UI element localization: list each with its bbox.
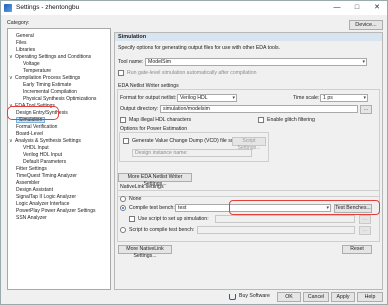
format-value: Verilog HDL [180,95,208,101]
maximize-button[interactable]: □ [347,1,367,15]
radio-script-compile-label: Script to compile test bench: [129,227,195,233]
use-script-input[interactable] [215,215,355,223]
output-dir-label: Output directory: [120,106,159,112]
cancel-button[interactable]: Cancel [303,292,329,302]
tool-name-value: ModelSim [148,59,172,65]
simulation-highlight-annotation [7,106,59,120]
tree-item-compilation-process-settings[interactable]: Compilation Process Settings [15,75,80,81]
cart-icon [229,294,236,300]
tree-item-board-level[interactable]: Board-Level [16,131,43,137]
tree-item-voltage[interactable]: Voltage [23,61,40,67]
test-bench-value: test [178,205,187,211]
tree-item-verilog-hdl-input[interactable]: Verilog HDL Input [23,152,62,158]
tree-item-early-timing-estimate[interactable]: Early Timing Estimate [23,82,71,88]
script-settings-button[interactable]: Script Settings... [232,137,266,151]
dialog-buttons: Buy Software OK Cancel Apply Help [1,290,387,305]
tree-item-libraries[interactable]: Libraries [16,47,35,53]
enable-glitch-label: Enable glitch filtering [267,117,315,123]
title-bar: Settings - zhentongbu — □ ✕ [1,1,387,15]
simulation-panel: Simulation Specify options for generatin… [114,32,383,290]
chevron-down-icon: ▾ [232,95,235,101]
close-button[interactable]: ✕ [367,1,387,15]
tree-item-logic-analyzer-interface[interactable]: Logic Analyzer Interface [16,201,69,207]
expand-chevron-icon[interactable]: ∨ [9,75,13,81]
help-button[interactable]: Help [357,292,383,302]
format-select[interactable]: Verilog HDL ▾ [177,94,237,102]
minimize-button[interactable]: — [327,1,347,15]
panel-description: Specify options for generating output fi… [118,45,281,51]
tree-item-operating-settings-and-conditions[interactable]: Operating Settings and Conditions [15,54,91,60]
design-instance-placeholder: Design instance name: [135,150,188,156]
reset-button[interactable]: Reset [342,245,372,254]
tree-item-vhdl-input[interactable]: VHDL Input [23,145,49,151]
apply-button[interactable]: Apply [331,292,355,302]
chevron-down-icon: ▾ [363,95,366,101]
panel-title: Simulation [115,33,382,41]
tree-item-analysis-synthesis-settings[interactable]: Analysis & Synthesis Settings [15,138,81,144]
generate-vcd-label: Generate Value Change Dump (VCD) file sc… [132,138,241,144]
buy-software-button[interactable]: Buy Software [239,292,275,302]
radio-none[interactable] [120,196,126,202]
run-gate-level-checkbox[interactable] [118,70,124,76]
chevron-down-icon: ▾ [362,59,365,65]
browse-use-script-button[interactable]: ... [359,215,371,224]
tool-name-label: Tool name: [118,59,144,65]
time-scale-select[interactable]: 1 ps ▾ [320,94,368,102]
more-nativelink-button[interactable]: More NativeLink Settings... [118,245,172,259]
device-button[interactable]: Device... [349,20,383,30]
time-scale-label: Time scale: [293,95,320,101]
browse-output-dir-button[interactable]: ... [360,105,372,114]
design-instance-input[interactable]: Design instance name: [132,149,252,157]
radio-compile-test-bench-label: Compile test bench: [129,205,175,211]
category-tree[interactable]: General Files Libraries ∨ Operating Settings… [7,28,111,290]
tree-item-incremental-compilation[interactable]: Incremental Compilation [23,89,77,95]
tree-item-ssn-analyzer[interactable]: SSN Analyzer [16,215,47,221]
tree-item-files[interactable]: Files [16,40,27,46]
settings-window: Settings - zhentongbu — □ ✕ Category: De… [0,0,388,305]
tool-name-select[interactable]: ModelSim ▾ [145,58,367,66]
radio-compile-test-bench[interactable] [120,205,126,211]
tree-item-default-parameters[interactable]: Default Parameters [23,159,66,165]
use-script-label: Use script to set up simulation: [138,216,209,222]
app-icon [4,4,12,12]
enable-glitch-checkbox[interactable] [258,117,264,123]
output-dir-input[interactable]: simulation/modelsim [160,105,358,113]
tree-item-general[interactable]: General [16,33,34,39]
tree-item-temperature[interactable]: Temperature [23,68,51,74]
tree-item-signaltap-ii-logic-analyzer[interactable]: SignalTap II Logic Analyzer [16,194,76,200]
expand-chevron-icon[interactable]: ∨ [9,138,13,144]
tree-item-powerplay-power-analyzer-settings[interactable]: PowerPlay Power Analyzer Settings [16,208,95,214]
tree-item-physical-synthesis-optimizations[interactable]: Physical Synthesis Optimizations [23,96,96,102]
radio-none-label: None [129,196,142,202]
tree-item-assembler[interactable]: Assembler [16,180,40,186]
map-illegal-label: Map illegal HDL characters [129,117,192,123]
ok-button[interactable]: OK [277,292,301,302]
expand-chevron-icon[interactable]: ∨ [9,54,13,60]
browse-script-compile-button[interactable]: ... [359,226,371,235]
script-compile-input[interactable] [197,226,355,234]
time-scale-value: 1 ps [323,95,333,101]
radio-script-compile[interactable] [120,227,126,233]
tree-item-timequest-timing-analyzer[interactable]: TimeQuest Timing Analyzer [16,173,77,179]
test-bench-highlight-annotation [229,200,380,215]
generate-vcd-checkbox[interactable] [123,138,129,144]
tree-item-design-assistant[interactable]: Design Assistant [16,187,53,193]
tree-item-fitter-settings[interactable]: Fitter Settings [16,166,47,172]
run-gate-level-label: Run gate-level simulation automatically … [127,70,257,76]
window-title: Settings - zhentongbu [16,4,80,11]
category-label: Category: [7,20,30,26]
use-script-checkbox[interactable] [129,216,135,222]
map-illegal-checkbox[interactable] [120,117,126,123]
more-eda-settings-button[interactable]: More EDA Netlist Writer Settings... [118,173,192,187]
format-label: Format for output netlist: [120,95,177,101]
tree-item-formal-verification[interactable]: Formal Verification [16,124,57,130]
